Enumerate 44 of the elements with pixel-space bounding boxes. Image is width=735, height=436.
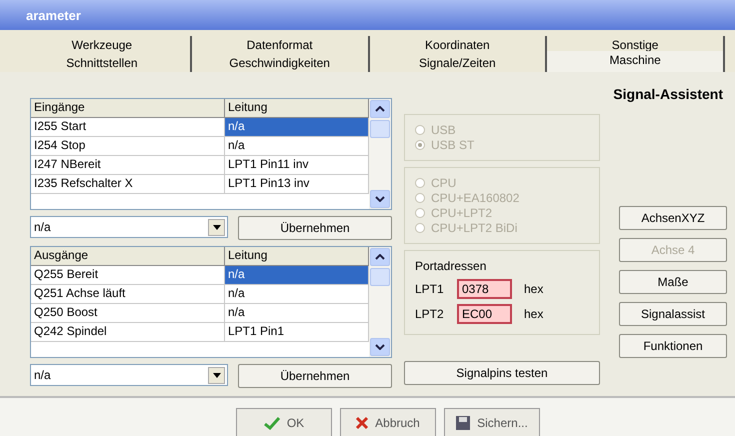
apply-button[interactable]: Übernehmen <box>238 364 392 388</box>
tab[interactable]: Koordinaten <box>370 36 548 54</box>
address-field[interactable]: 0378 <box>457 279 512 299</box>
column-header: Leitung <box>225 247 369 266</box>
check-icon <box>262 416 281 430</box>
section-heading: Signal-Assistent <box>613 86 723 102</box>
scrollbar[interactable] <box>369 99 391 209</box>
tab[interactable]: Maschine <box>547 51 725 72</box>
group-title: Portadressen <box>415 259 488 273</box>
chevron-up-icon <box>375 106 385 112</box>
unit-label: hex <box>524 307 544 321</box>
side-button[interactable]: Signalassist <box>619 302 727 326</box>
chevron-down-icon <box>375 196 385 202</box>
test-button[interactable]: Signalpins testen <box>404 361 600 385</box>
footer-button[interactable]: Abbruch <box>340 408 436 436</box>
port-label: LPT2 <box>415 307 445 321</box>
scroll-thumb[interactable] <box>370 268 390 286</box>
apply-button[interactable]: Übernehmen <box>238 216 392 240</box>
window-title: arameter <box>26 8 81 22</box>
tab[interactable]: Signale/Zeiten <box>370 54 548 72</box>
column-header: Ausgänge <box>31 247 225 266</box>
scroll-thumb[interactable] <box>370 120 390 138</box>
port-label: LPT1 <box>415 282 445 296</box>
dropdown[interactable]: n/a <box>30 364 228 386</box>
column-header: Leitung <box>225 99 369 118</box>
scrollbar[interactable] <box>369 247 391 357</box>
caret-icon <box>212 224 220 230</box>
table-cell[interactable]: n/a <box>225 118 369 136</box>
table-cell[interactable]: n/a <box>225 266 369 284</box>
chevron-up-icon <box>375 254 385 260</box>
unit-label: hex <box>524 282 544 296</box>
side-button[interactable]: Maße <box>619 270 727 294</box>
footer-button[interactable]: Sichern... <box>444 408 540 436</box>
dropdown-value: n/a <box>34 220 51 234</box>
side-button[interactable]: Funktionen <box>619 334 727 358</box>
dropdown-value: n/a <box>34 368 51 382</box>
address-field[interactable]: EC00 <box>457 304 512 324</box>
side-button[interactable]: AchsenXYZ <box>619 206 727 230</box>
dropdown[interactable]: n/a <box>30 216 228 238</box>
close-icon <box>355 416 370 430</box>
caret-icon <box>212 372 220 378</box>
chevron-down-icon <box>375 344 385 350</box>
footer-button[interactable]: OK <box>236 408 332 436</box>
column-header: Eingänge <box>31 99 225 118</box>
